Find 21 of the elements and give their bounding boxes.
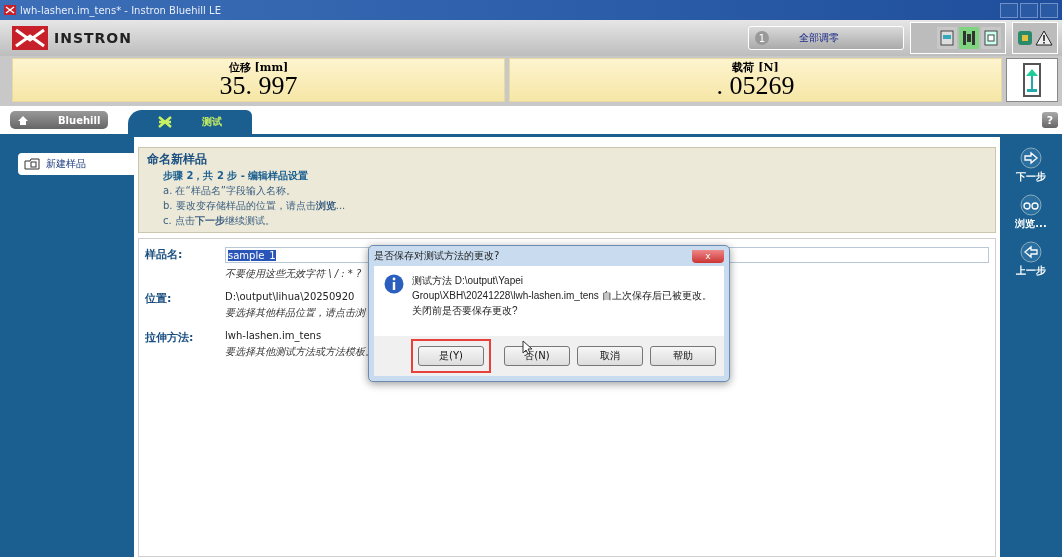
instruction-line: b. 要改变存储样品的位置，请点击浏览... xyxy=(162,199,347,213)
hint-text: 要选择其他样品位置，请点击浏 xyxy=(225,306,365,320)
hint-text: 要选择其他测试方法或方法模板。 xyxy=(225,345,375,359)
window-title: lwh-lashen.im_tens* - Instron Bluehill LE xyxy=(20,4,221,16)
meter-value: 35. 997 xyxy=(219,72,298,99)
instruction-line: c. 点击下一步继续测试。 xyxy=(162,214,276,228)
field-label: 位置: xyxy=(145,291,173,307)
dialog-message: 测试方法 D:\output\Yapei Group\XBH\20241228\lwh-lashen.im_tens 自上次保存后已被更改。 关闭前是否要保存更改? xyxy=(412,274,712,318)
meter-value: . 05269 xyxy=(716,72,795,99)
dialog-title: 是否保存对测试方法的更改? xyxy=(374,249,500,263)
field-label: 样品名: xyxy=(145,247,184,263)
meter-label: 位移 [mm] xyxy=(228,61,289,73)
field-value: D:\output\lihua\20250920 xyxy=(225,291,355,302)
instruction-line: a. 在“样品名”字段输入名称。 xyxy=(162,184,297,198)
field-value: lwh-lashen.im_tens xyxy=(225,330,322,341)
instructions-title: 命名新样品 xyxy=(147,151,208,168)
step-text: 步骤 2，共 2 步 - 编辑样品设置 xyxy=(162,169,310,183)
field-label: 拉伸方法: xyxy=(145,330,195,346)
meter-label: 载荷 [N] xyxy=(732,61,779,73)
hint-text: 不要使用这些无效字符 \ / : * ? xyxy=(225,267,362,281)
logo-text: INSTRON xyxy=(54,30,132,46)
